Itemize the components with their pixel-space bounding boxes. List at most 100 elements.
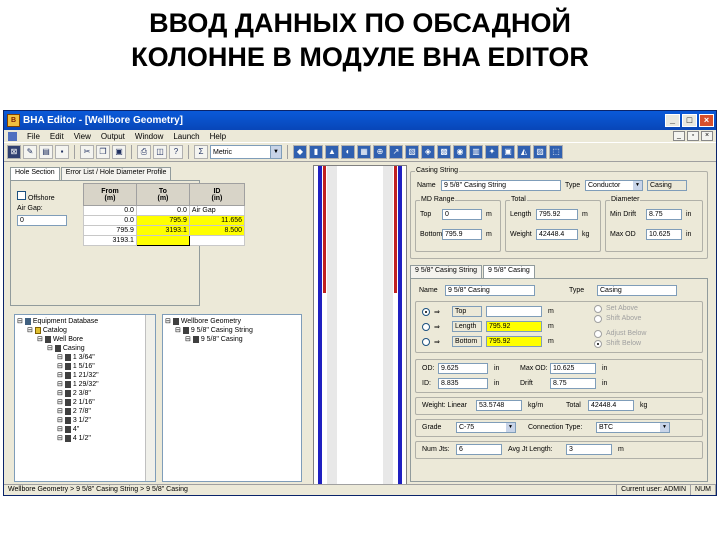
tree-expander-icon[interactable]: ⊟ — [47, 345, 55, 352]
casing-top-input[interactable] — [486, 306, 542, 317]
menu-help[interactable]: Help — [210, 132, 226, 141]
cut-icon[interactable]: ✂ — [80, 145, 94, 159]
tree-expander-icon[interactable]: ⊟ — [57, 435, 65, 442]
tree-item[interactable]: ⊟ Well Bore — [17, 335, 153, 344]
tab-hole-section[interactable]: Hole Section — [10, 167, 60, 180]
title-bar[interactable]: B BHA Editor - [Wellbore Geometry] _ □ × — [4, 111, 716, 130]
table-row[interactable]: 795.9 3193.1 8.500 — [83, 225, 246, 236]
module-16-icon[interactable]: ▨ — [533, 145, 547, 159]
casing-string-type-select[interactable]: Conductor ▼ — [585, 180, 643, 191]
tree-item[interactable]: ⊟ 4" — [17, 425, 153, 434]
module-11-icon[interactable]: ◉ — [453, 145, 467, 159]
casing-bottom-input[interactable]: 795.92 — [486, 336, 542, 347]
tree-item[interactable]: ⊟ 1 29/32" — [17, 380, 153, 389]
casing-name-input[interactable]: 9 5/8" Casing — [445, 285, 535, 296]
tree-item[interactable]: ⊟ 1 5/16" — [17, 362, 153, 371]
menu-file[interactable]: File — [27, 132, 40, 141]
tree-expander-icon[interactable]: ⊟ — [57, 426, 65, 433]
tree-expander-icon[interactable]: ⊟ — [57, 363, 65, 370]
tab-casing-string[interactable]: 9 5/8" Casing String — [410, 265, 483, 278]
table-row[interactable]: 0.0 795.9 11.656 — [83, 215, 246, 226]
column-to[interactable]: To (m) — [135, 183, 190, 206]
tree-expander-icon[interactable]: ⊟ — [185, 336, 193, 343]
sum-icon[interactable]: Σ — [194, 145, 208, 159]
child-minimize-button[interactable]: _ — [673, 131, 685, 141]
md-bottom-input[interactable]: 795.9 — [442, 229, 482, 240]
menu-launch[interactable]: Launch — [173, 132, 199, 141]
weight-linear-input[interactable]: 53.5748 — [476, 400, 522, 411]
air-gap-input[interactable]: 0 — [17, 215, 67, 226]
tree-item[interactable]: ⊟ 2 7/8" — [17, 407, 153, 416]
tree-expander-icon[interactable]: ⊟ — [57, 372, 65, 379]
child-close-button[interactable]: × — [701, 131, 713, 141]
tree-expander-icon[interactable]: ⊟ — [165, 318, 173, 325]
tree-expander-icon[interactable]: ⊟ — [57, 354, 65, 361]
total-weight-input[interactable]: 42448.4 — [536, 229, 578, 240]
top-radio[interactable] — [422, 308, 430, 316]
tree-item[interactable]: ⊟ 1 21/32" — [17, 371, 153, 380]
menu-view[interactable]: View — [74, 132, 91, 141]
child-restore-button[interactable]: ▫ — [687, 131, 699, 141]
tree-item[interactable]: ⊟ Casing — [17, 344, 153, 353]
tree-expander-icon[interactable]: ⊟ — [57, 381, 65, 388]
open-icon[interactable]: ▤ — [39, 145, 53, 159]
column-id[interactable]: ID (in) — [188, 183, 246, 206]
tree-scrollbar[interactable] — [145, 315, 155, 481]
wellbore-icon[interactable]: ⊠ — [7, 145, 21, 159]
tree-item[interactable]: ⊟ 2 3/8" — [17, 389, 153, 398]
casing-length-input[interactable]: 795.92 — [486, 321, 542, 332]
id-input[interactable]: 8.835 — [438, 378, 488, 389]
print-icon[interactable]: ⎙ — [137, 145, 151, 159]
module-1-icon[interactable]: ◆ — [293, 145, 307, 159]
length-radio[interactable] — [422, 323, 430, 331]
help-icon[interactable]: ? — [169, 145, 183, 159]
tree-expander-icon[interactable]: ⊟ — [175, 327, 183, 334]
module-7-icon[interactable]: ↗ — [389, 145, 403, 159]
tree-expander-icon[interactable]: ⊟ — [17, 318, 25, 325]
tree-item[interactable]: ⊟ 9 5/8" Casing — [165, 335, 299, 344]
module-14-icon[interactable]: ▣ — [501, 145, 515, 159]
tree-expander-icon[interactable]: ⊟ — [57, 408, 65, 415]
connection-type-select[interactable]: BTC ▼ — [596, 422, 670, 433]
module-15-icon[interactable]: ◭ — [517, 145, 531, 159]
maximize-button[interactable]: □ — [682, 114, 697, 127]
table-row[interactable]: 0.0 0.0 Air Gap — [83, 205, 246, 216]
casing-string-name-input[interactable]: 9 5/8" Casing String — [441, 180, 561, 191]
tree-item[interactable]: ⊟ 9 5/8" Casing String — [165, 326, 299, 335]
tree-item[interactable]: ⊟ 2 1/16" — [17, 398, 153, 407]
paste-icon[interactable]: ▣ — [112, 145, 126, 159]
tree-item[interactable]: ⊟ 4 1/2" — [17, 434, 153, 443]
tab-casing[interactable]: 9 5/8" Casing — [483, 265, 535, 278]
adjust-below-radio[interactable] — [594, 330, 602, 338]
tree-item[interactable]: ⊟ 1 3/64" — [17, 353, 153, 362]
tree-expander-icon[interactable]: ⊟ — [27, 327, 35, 334]
close-button[interactable]: × — [699, 114, 714, 127]
column-from[interactable]: From (m) — [83, 183, 137, 206]
module-5-icon[interactable]: ▦ — [357, 145, 371, 159]
module-17-icon[interactable]: ⬚ — [549, 145, 563, 159]
tree-item[interactable]: ⊟ 3 1/2" — [17, 416, 153, 425]
module-6-icon[interactable]: ⊕ — [373, 145, 387, 159]
menu-edit[interactable]: Edit — [50, 132, 64, 141]
shift-above-radio[interactable] — [594, 315, 602, 323]
module-13-icon[interactable]: ✦ — [485, 145, 499, 159]
set-above-radio[interactable] — [594, 305, 602, 313]
md-top-input[interactable]: 0 — [442, 209, 482, 220]
save-icon[interactable]: ▪ — [55, 145, 69, 159]
tab-error-list[interactable]: Error List / Hole Diameter Profile — [60, 167, 172, 180]
tree-expander-icon[interactable]: ⊟ — [57, 399, 65, 406]
grade-select[interactable]: C-75 ▼ — [456, 422, 516, 433]
table-row[interactable]: 3193.1 — [83, 235, 246, 246]
module-3-icon[interactable]: ▲ — [325, 145, 339, 159]
drift-input[interactable]: 8.75 — [550, 378, 596, 389]
new-icon[interactable]: ✎ — [23, 145, 37, 159]
module-8-icon[interactable]: ▧ — [405, 145, 419, 159]
tree-item[interactable]: ⊟ Wellbore Geometry — [165, 317, 299, 326]
casing-max-od-input[interactable]: 10.625 — [550, 363, 596, 374]
min-drift-input[interactable]: 8.75 — [646, 209, 682, 220]
module-2-icon[interactable]: ▮ — [309, 145, 323, 159]
total-length-input[interactable]: 795.92 — [536, 209, 578, 220]
avg-joint-length-input[interactable]: 3 — [566, 444, 612, 455]
bottom-radio[interactable] — [422, 338, 430, 346]
tree-expander-icon[interactable]: ⊟ — [57, 390, 65, 397]
